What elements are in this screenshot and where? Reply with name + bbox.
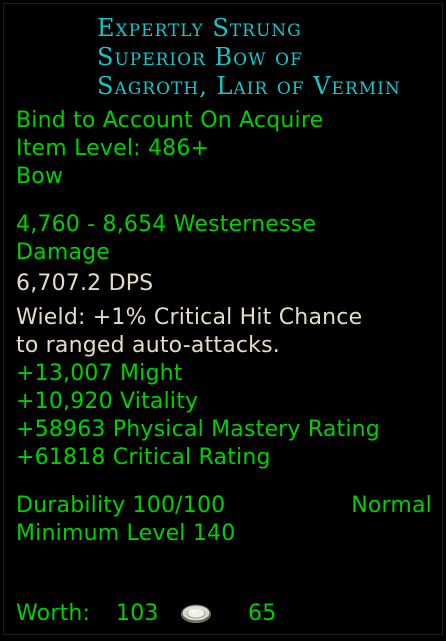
- wield-effect-line-2: to ranged auto-attacks.: [16, 333, 280, 358]
- minimum-level: Minimum Level 140: [16, 521, 236, 546]
- worth-gold: 103: [116, 601, 159, 626]
- item-name: Expertly Strung Superior Bow of Sagroth,…: [97, 14, 442, 101]
- worth-copper: 65: [248, 601, 277, 626]
- stat-physical-mastery: +58963 Physical Mastery Rating: [16, 417, 380, 442]
- item-type: Bow: [16, 164, 64, 189]
- stat-might: +13,007 Might: [16, 361, 183, 386]
- item-tooltip: Expertly Strung Superior Bow of Sagroth,…: [3, 3, 443, 635]
- dps-value: 6,707.2 DPS: [16, 271, 154, 296]
- worth-label: Worth:: [16, 601, 91, 626]
- stat-vitality: +10,920 Vitality: [16, 389, 199, 414]
- durability-type: Normal: [351, 493, 432, 518]
- binding-text: Bind to Account On Acquire: [16, 108, 324, 133]
- durability: Durability 100/100: [16, 493, 226, 518]
- item-name-line-3: Sagroth, Lair of Vermin: [97, 72, 401, 100]
- damage-type: Damage: [16, 240, 111, 265]
- item-level: Item Level: 486+: [16, 136, 210, 161]
- silver-coin-icon: [181, 604, 211, 623]
- wield-effect-line-1: Wield: +1% Critical Hit Chance: [16, 305, 363, 330]
- damage-range: 4,760 - 8,654 Westernesse: [16, 212, 317, 237]
- item-name-line-1: Expertly Strung: [97, 14, 302, 42]
- item-name-line-2: Superior Bow of: [97, 43, 303, 71]
- stat-critical-rating: +61818 Critical Rating: [16, 445, 271, 470]
